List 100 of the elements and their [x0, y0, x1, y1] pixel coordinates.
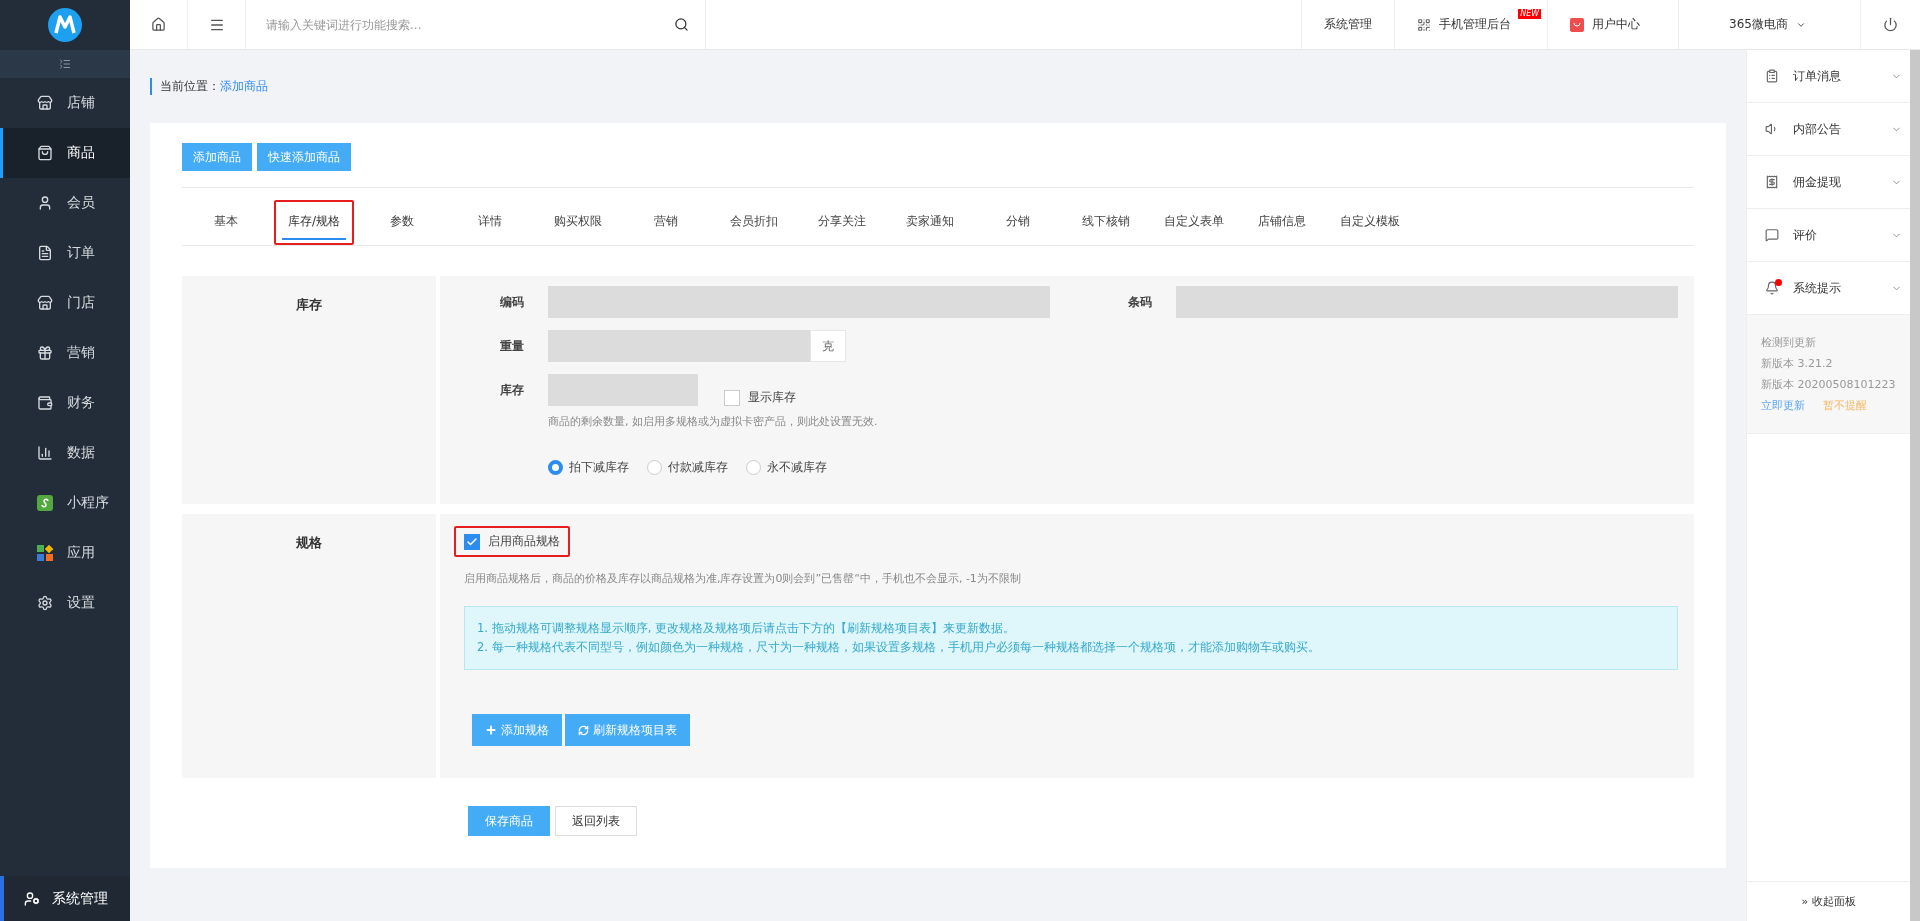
barcode-input[interactable]	[1176, 286, 1678, 318]
version-text: 新版本 3.21.2	[1761, 356, 1834, 371]
plus-icon	[485, 724, 497, 736]
app-grid-icon	[37, 545, 53, 561]
sidebar-label: 小程序	[67, 494, 109, 512]
update-title: 检测到更新	[1761, 335, 1817, 350]
gift-icon	[37, 345, 53, 361]
tab[interactable]: 详情	[458, 205, 522, 240]
field-label: 重量	[499, 338, 525, 355]
tab[interactable]: 线下核销	[1074, 205, 1138, 240]
back-button[interactable]: 返回列表	[555, 806, 637, 836]
top-nav-label: 365微电商	[1729, 16, 1788, 33]
breadcrumb-prefix: 当前位置：	[160, 78, 220, 95]
tab[interactable]: 自定义模板	[1338, 205, 1402, 240]
sidebar-item[interactable]: 商品	[0, 128, 130, 178]
sidebar-label: 商品	[67, 144, 95, 162]
section-title: 规格	[296, 534, 322, 552]
logo-icon[interactable]	[48, 8, 82, 42]
top-nav-label: 手机管理后台	[1439, 16, 1512, 33]
weight-input[interactable]	[548, 330, 810, 362]
user-gear-icon	[24, 890, 40, 907]
stock-input[interactable]	[548, 374, 698, 406]
tab[interactable]: 库存/规格	[282, 205, 346, 240]
field-label: 条码	[1127, 294, 1153, 311]
sidebar-label: 应用	[67, 544, 95, 562]
bar-chart-icon	[37, 445, 53, 461]
sidebar-label: 设置	[67, 594, 95, 612]
home-icon	[151, 17, 166, 32]
top-nav-link[interactable]: 系统管理	[1301, 0, 1395, 49]
sidebar-label: 财务	[67, 394, 95, 412]
sidebar-item[interactable]: 小程序	[0, 478, 130, 528]
tab[interactable]: 自定义表单	[1162, 205, 1226, 240]
sidebar-item[interactable]: 订单	[0, 228, 130, 278]
code-input[interactable]	[548, 286, 1050, 318]
comment-icon	[1765, 228, 1779, 242]
tab[interactable]: 参数	[370, 205, 434, 240]
sidebar-item[interactable]: 店铺	[0, 78, 130, 128]
info-line: 1. 拖动规格可调整规格显示顺序, 更改规格及规格项后请点击下方的【刷新规格项目表】来更新数据。	[477, 621, 1016, 636]
tab[interactable]: 分享关注	[810, 205, 874, 240]
document-icon	[37, 245, 53, 261]
panel-label: 内部公告	[1793, 120, 1842, 138]
sidebar-item[interactable]: 门店	[0, 278, 130, 328]
sidebar-label: 门店	[67, 294, 95, 312]
tab[interactable]: 会员折扣	[722, 205, 786, 240]
check-icon	[466, 535, 478, 548]
system-admin-item[interactable]: 系统管理	[0, 876, 130, 921]
tab[interactable]: 购买权限	[546, 205, 610, 240]
panel-label: 评价	[1793, 226, 1818, 244]
power-icon	[1883, 17, 1898, 32]
sidebar-label: 店铺	[67, 94, 95, 112]
new-badge: NEW	[1518, 9, 1542, 19]
top-nav-link[interactable]: 手机管理后台 NEW	[1394, 0, 1548, 49]
sidebar-label: 订单	[67, 244, 95, 262]
top-nav-label: 系统管理	[1324, 16, 1373, 33]
deduct-radio[interactable]: 永不减库存	[746, 459, 827, 476]
wallet-icon	[37, 395, 53, 411]
unit-label: 克	[810, 330, 846, 362]
tab[interactable]: 基本	[194, 205, 258, 240]
section-title: 库存	[296, 296, 322, 314]
field-label: 库存	[499, 382, 525, 399]
top-nav-link[interactable]: 365微电商	[1678, 0, 1860, 49]
field-label: 编码	[499, 294, 525, 311]
panel-label: 系统提示	[1793, 279, 1842, 297]
tab[interactable]: 分销	[986, 205, 1050, 240]
version-text: 新版本 20200508101223	[1761, 377, 1896, 392]
sidebar-item[interactable]: 设置	[0, 578, 130, 628]
search-icon[interactable]	[674, 17, 689, 32]
panel-label: 订单消息	[1793, 67, 1842, 85]
sidebar-item[interactable]: 营销	[0, 328, 130, 378]
scrollbar[interactable]	[1910, 50, 1920, 921]
bell-icon	[1765, 281, 1779, 295]
spec-hint: 启用商品规格后，商品的价格及库存以商品规格为准,库存设置为0则会到”已售罄“中，手机也不会显示, -1为不限制	[464, 571, 1022, 586]
show-stock-checkbox[interactable]: 显示库存	[724, 389, 796, 406]
refresh-icon	[578, 724, 589, 736]
tab[interactable]: 店铺信息	[1250, 205, 1314, 240]
collapse-menu-icon[interactable]	[59, 58, 71, 70]
sidebar-item[interactable]: 应用	[0, 528, 130, 578]
sidebar-item[interactable]: 财务	[0, 378, 130, 428]
tab[interactable]: 营销	[634, 205, 698, 240]
shop-icon	[37, 95, 53, 111]
system-admin-label: 系统管理	[52, 889, 108, 908]
clipboard-icon	[1765, 69, 1779, 83]
stock-hint: 商品的剩余数量, 如启用多规格或为虚拟卡密产品，则此处设置无效.	[548, 414, 878, 429]
sidebar-label: 营销	[67, 344, 95, 362]
user-icon	[37, 195, 53, 211]
enable-spec-checkbox[interactable]: 启用商品规格	[464, 533, 560, 550]
top-nav-label: 用户中心	[1592, 16, 1641, 33]
deduct-radio[interactable]: 付款减库存	[647, 459, 728, 476]
receipt-icon	[1765, 175, 1779, 189]
bag-icon	[37, 145, 53, 161]
deduct-radio[interactable]: 拍下减库存	[548, 459, 629, 476]
sidebar-item[interactable]: 数据	[0, 428, 130, 478]
top-nav-link[interactable]: 用户中心	[1547, 0, 1679, 49]
tab[interactable]: 卖家通知	[898, 205, 962, 240]
settings-icon	[37, 595, 53, 611]
store-icon	[37, 295, 53, 311]
sidebar-label: 数据	[67, 444, 95, 462]
sidebar-label: 会员	[67, 194, 95, 212]
qr-code-icon	[1417, 17, 1432, 32]
sidebar-item[interactable]: 会员	[0, 178, 130, 228]
